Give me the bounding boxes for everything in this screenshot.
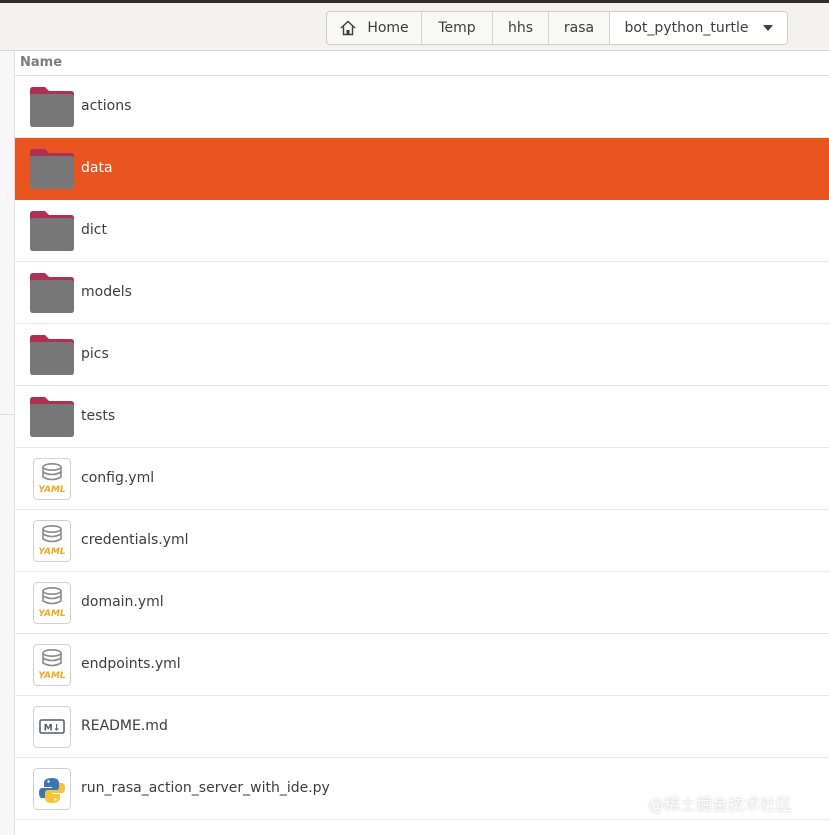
file-list: actions data dict models pics tests YAML… (15, 76, 829, 820)
python-file-icon (33, 768, 71, 810)
file-name: endpoints.yml (81, 656, 181, 672)
yaml-label: YAML (38, 609, 66, 619)
chevron-down-icon[interactable] (762, 25, 773, 31)
file-name: credentials.yml (81, 532, 189, 548)
breadcrumb-temp[interactable]: Temp (422, 12, 493, 44)
breadcrumb-label: Temp (438, 20, 476, 36)
watermark: @稀土掘金技术社区 (648, 795, 793, 814)
folder-icon (30, 273, 74, 313)
list-item-endpoints-yml[interactable]: YAML endpoints.yml (15, 634, 829, 696)
path-bar: Home Temp hhs rasa bot_python_turtle (326, 11, 788, 45)
list-item-domain-yml[interactable]: YAML domain.yml (15, 572, 829, 634)
list-item-credentials-yml[interactable]: YAML credentials.yml (15, 510, 829, 572)
yaml-file-icon: YAML (33, 458, 71, 500)
file-name: config.yml (81, 470, 155, 486)
file-name: README.md (81, 718, 168, 734)
list-item-data[interactable]: data (15, 138, 829, 200)
file-name: pics (81, 346, 109, 362)
list-item-readme-md[interactable]: M↓ README.md (15, 696, 829, 758)
folder-icon (30, 397, 74, 437)
markdown-label: M↓ (44, 724, 61, 734)
sidebar-edge (0, 51, 15, 835)
breadcrumb-label: hhs (507, 20, 534, 36)
breadcrumb-label: rasa (563, 20, 595, 36)
yaml-label: YAML (38, 671, 66, 681)
file-name: actions (81, 98, 132, 114)
breadcrumb-rasa[interactable]: rasa (549, 12, 610, 44)
folder-icon (30, 211, 74, 251)
file-name: data (81, 160, 113, 176)
yaml-label: YAML (38, 485, 66, 495)
list-item-config-yml[interactable]: YAML config.yml (15, 448, 829, 510)
list-item-actions[interactable]: actions (15, 76, 829, 138)
list-item-pics[interactable]: pics (15, 324, 829, 386)
breadcrumb-home[interactable]: Home (327, 12, 422, 44)
column-header-name[interactable]: Name (15, 51, 829, 76)
folder-icon (30, 87, 74, 127)
breadcrumb-current-folder[interactable]: bot_python_turtle (610, 12, 787, 44)
column-header-label: Name (20, 55, 63, 70)
toolbar: Home Temp hhs rasa bot_python_turtle (0, 3, 829, 51)
folder-icon (30, 335, 74, 375)
list-item-dict[interactable]: dict (15, 200, 829, 262)
file-name: dict (81, 222, 107, 238)
yaml-file-icon: YAML (33, 644, 71, 686)
file-name: tests (81, 408, 116, 424)
yaml-file-icon: YAML (33, 520, 71, 562)
file-name: models (81, 284, 132, 300)
breadcrumb-hhs[interactable]: hhs (493, 12, 549, 44)
breadcrumb-label: Home (367, 20, 409, 36)
file-name: domain.yml (81, 594, 164, 610)
sidebar-divider (0, 414, 14, 415)
breadcrumb-label: bot_python_turtle (624, 20, 749, 36)
folder-icon (30, 149, 74, 189)
yaml-file-icon: YAML (33, 582, 71, 624)
markdown-file-icon: M↓ (33, 706, 71, 748)
yaml-label: YAML (38, 547, 66, 557)
home-icon (340, 20, 356, 36)
file-name: run_rasa_action_server_with_ide.py (81, 780, 330, 796)
list-item-tests[interactable]: tests (15, 386, 829, 448)
list-item-models[interactable]: models (15, 262, 829, 324)
